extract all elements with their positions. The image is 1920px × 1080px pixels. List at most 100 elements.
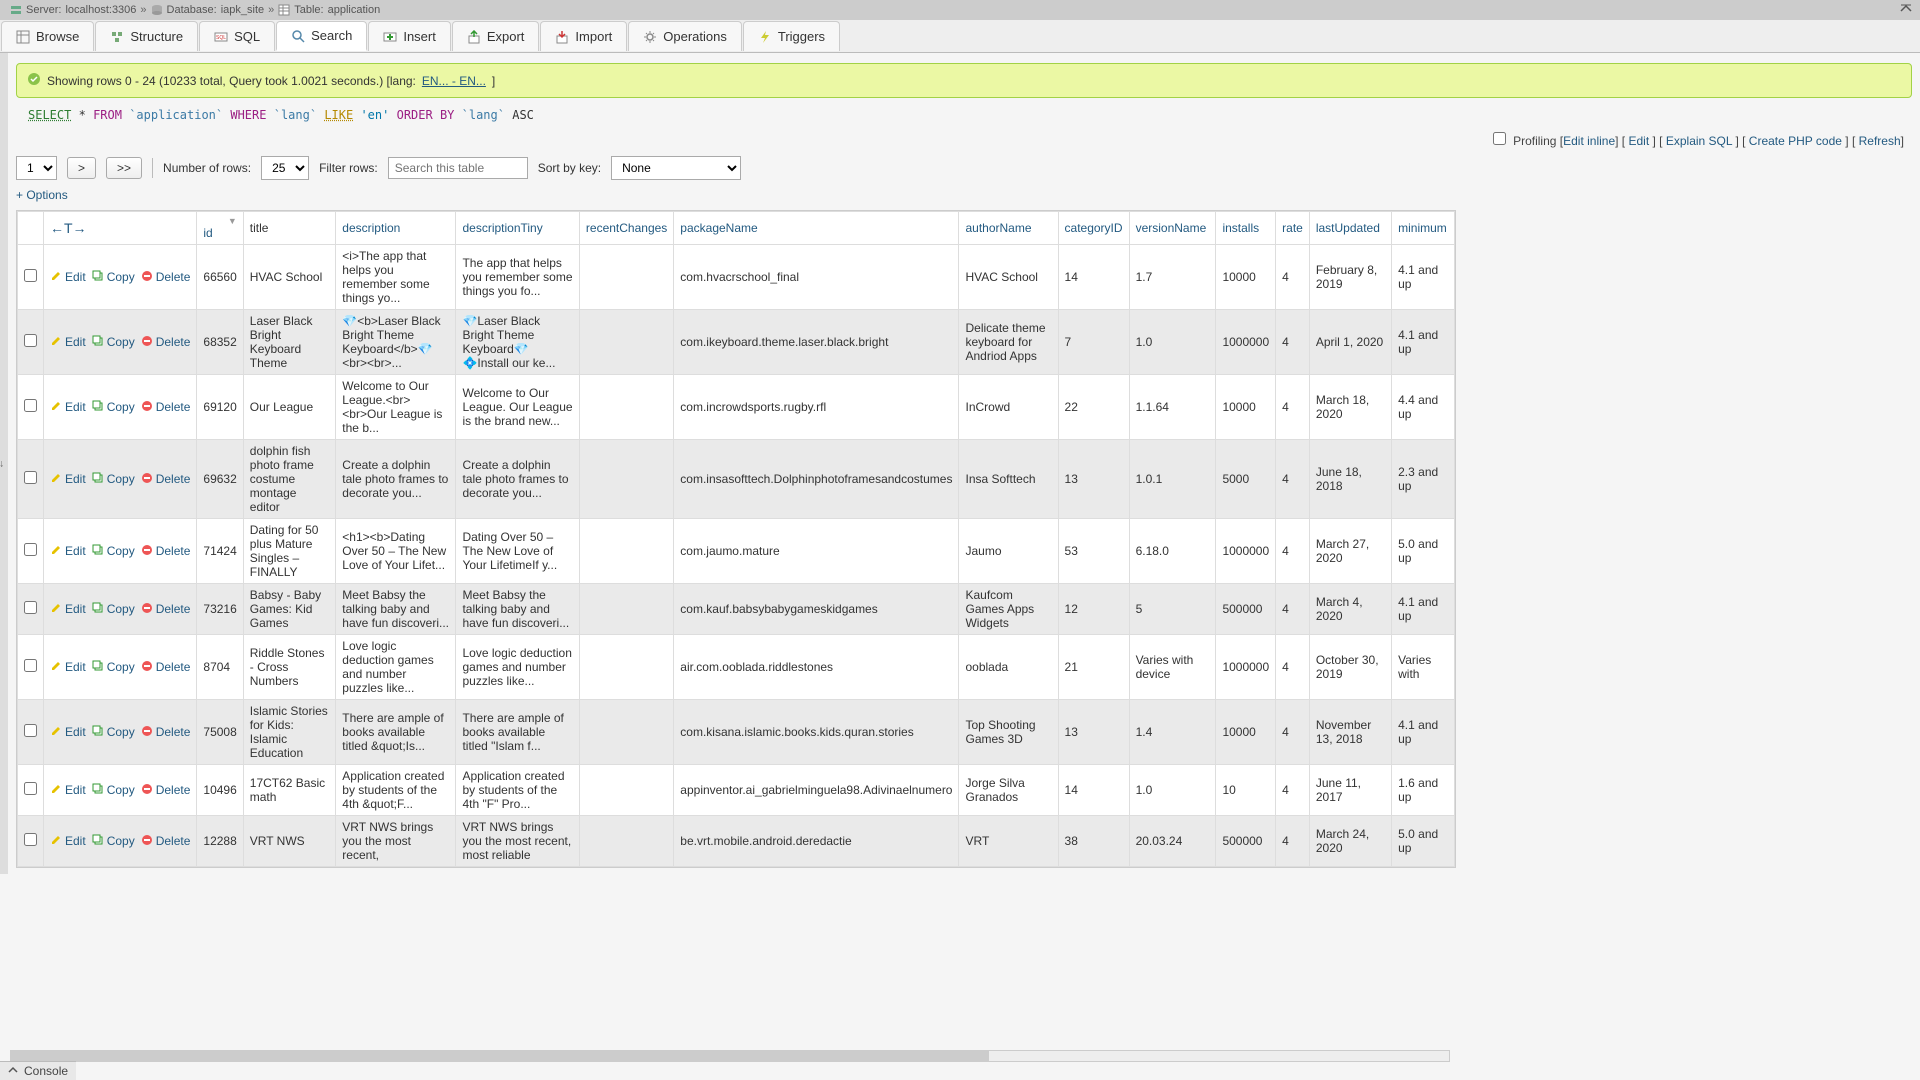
refresh-link[interactable]: Refresh — [1859, 134, 1901, 148]
cell-authorName[interactable]: HVAC School — [959, 245, 1058, 310]
console-toggle[interactable]: Console — [0, 1061, 76, 1080]
cell-packageName[interactable]: com.hvacrschool_final — [674, 245, 959, 310]
cell-descriptionTiny[interactable]: There are ample of books available title… — [456, 700, 579, 765]
cell-versionName[interactable]: 20.03.24 — [1129, 816, 1216, 867]
delete-row-link[interactable]: Delete — [141, 834, 191, 849]
cell-id[interactable]: 75008 — [197, 700, 243, 765]
cell-installs[interactable]: 1000000 — [1216, 635, 1276, 700]
col-header-installs[interactable]: installs — [1216, 212, 1276, 245]
cell-lastUpdated[interactable]: November 13, 2018 — [1309, 700, 1391, 765]
explain-sql-link[interactable]: Explain SQL — [1666, 134, 1732, 148]
cell-minimum[interactable]: 5.0 and up — [1392, 519, 1455, 584]
cell-packageName[interactable]: com.kisana.islamic.books.kids.quran.stor… — [674, 700, 959, 765]
cell-minimum[interactable]: 4.1 and up — [1392, 310, 1455, 375]
cell-installs[interactable]: 500000 — [1216, 584, 1276, 635]
sortkey-select[interactable]: None — [611, 156, 741, 180]
col-header-descriptionTiny[interactable]: descriptionTiny — [456, 212, 579, 245]
breadcrumb-server[interactable]: Server: localhost:3306 — [26, 4, 136, 16]
cell-title[interactable]: 17CT62 Basic math — [243, 765, 336, 816]
cell-description[interactable]: Welcome to Our League.<br><br>Our League… — [336, 375, 456, 440]
cell-description[interactable]: Love logic deduction games and number pu… — [336, 635, 456, 700]
sql-like[interactable]: LIKE — [324, 108, 353, 122]
cell-versionName[interactable]: 1.7 — [1129, 245, 1216, 310]
delete-row-link[interactable]: Delete — [141, 725, 191, 740]
cell-title[interactable]: Babsy - Baby Games: Kid Games — [243, 584, 336, 635]
cell-versionName[interactable]: 1.1.64 — [1129, 375, 1216, 440]
cell-versionName[interactable]: 5 — [1129, 584, 1216, 635]
cell-description[interactable]: <i>The app that helps you remember some … — [336, 245, 456, 310]
sql-select[interactable]: SELECT — [28, 108, 71, 122]
cell-categoryID[interactable]: 22 — [1058, 375, 1129, 440]
col-header-categoryID[interactable]: categoryID — [1058, 212, 1129, 245]
tab-structure[interactable]: Structure — [95, 21, 198, 51]
cell-descriptionTiny[interactable]: VRT NWS brings you the most recent, most… — [456, 816, 579, 867]
edit-row-link[interactable]: Edit — [50, 602, 86, 617]
cell-categoryID[interactable]: 53 — [1058, 519, 1129, 584]
col-header-recentChanges[interactable]: recentChanges — [579, 212, 673, 245]
cell-rate[interactable]: 4 — [1276, 245, 1310, 310]
tab-operations[interactable]: Operations — [628, 21, 742, 51]
cell-versionName[interactable]: 1.0 — [1129, 310, 1216, 375]
col-header-packageName[interactable]: packageName — [674, 212, 959, 245]
cell-recentChanges[interactable] — [579, 519, 673, 584]
cell-minimum[interactable]: 4.1 and up — [1392, 584, 1455, 635]
delete-row-link[interactable]: Delete — [141, 472, 191, 487]
cell-description[interactable]: Create a dolphin tale photo frames to de… — [336, 440, 456, 519]
cell-packageName[interactable]: com.ikeyboard.theme.laser.black.bright — [674, 310, 959, 375]
delete-row-link[interactable]: Delete — [141, 660, 191, 675]
cell-recentChanges[interactable] — [579, 245, 673, 310]
cell-categoryID[interactable]: 14 — [1058, 765, 1129, 816]
row-checkbox[interactable] — [24, 334, 37, 347]
cell-categoryID[interactable]: 13 — [1058, 700, 1129, 765]
cell-recentChanges[interactable] — [579, 635, 673, 700]
cell-authorName[interactable]: Kaufcom Games Apps Widgets — [959, 584, 1058, 635]
cell-installs[interactable]: 10000 — [1216, 375, 1276, 440]
row-checkbox[interactable] — [24, 471, 37, 484]
col-header-rate[interactable]: rate — [1276, 212, 1310, 245]
cell-versionName[interactable]: Varies with device — [1129, 635, 1216, 700]
cell-rate[interactable]: 4 — [1276, 584, 1310, 635]
cell-installs[interactable]: 500000 — [1216, 816, 1276, 867]
cell-packageName[interactable]: com.insasofttech.Dolphinphotoframesandco… — [674, 440, 959, 519]
cell-installs[interactable]: 1000000 — [1216, 519, 1276, 584]
numrows-select[interactable]: 25 — [261, 156, 309, 180]
copy-row-link[interactable]: Copy — [92, 544, 135, 559]
row-checkbox[interactable] — [24, 782, 37, 795]
cell-authorName[interactable]: Delicate theme keyboard for Andriod Apps — [959, 310, 1058, 375]
tab-search[interactable]: Search — [276, 21, 367, 51]
edit-row-link[interactable]: Edit — [50, 660, 86, 675]
cell-packageName[interactable]: com.kauf.babsybabygameskidgames — [674, 584, 959, 635]
collapse-top-icon[interactable] — [1900, 3, 1912, 18]
cell-descriptionTiny[interactable]: Dating Over 50 – The New Love of Your Li… — [456, 519, 579, 584]
options-link[interactable]: + Options — [16, 188, 68, 202]
cell-categoryID[interactable]: 13 — [1058, 440, 1129, 519]
cell-recentChanges[interactable] — [579, 700, 673, 765]
cell-description[interactable]: 💎<b>Laser Black Bright Theme Keyboard</b… — [336, 310, 456, 375]
cell-installs[interactable]: 10 — [1216, 765, 1276, 816]
cell-rate[interactable]: 4 — [1276, 519, 1310, 584]
row-checkbox[interactable] — [24, 601, 37, 614]
pager-last-button[interactable]: >> — [106, 157, 142, 179]
tab-export[interactable]: Export — [452, 21, 540, 51]
cell-title[interactable]: Islamic Stories for Kids: Islamic Educat… — [243, 700, 336, 765]
cell-categoryID[interactable]: 14 — [1058, 245, 1129, 310]
results-scroll[interactable]: ←T→ ▼idtitledescriptiondescriptionTinyre… — [16, 210, 1456, 868]
cell-rate[interactable]: 4 — [1276, 440, 1310, 519]
tab-insert[interactable]: Insert — [368, 21, 451, 51]
edit-inline-link[interactable]: Edit inline — [1563, 134, 1615, 148]
row-checkbox[interactable] — [24, 724, 37, 737]
cell-descriptionTiny[interactable]: Application created by students of the 4… — [456, 765, 579, 816]
tab-sql[interactable]: SQLSQL — [199, 21, 275, 51]
cell-rate[interactable]: 4 — [1276, 700, 1310, 765]
edit-row-link[interactable]: Edit — [50, 270, 86, 285]
cell-id[interactable]: 8704 — [197, 635, 243, 700]
cell-descriptionTiny[interactable]: Welcome to Our League. Our League is the… — [456, 375, 579, 440]
cell-installs[interactable]: 10000 — [1216, 700, 1276, 765]
cell-rate[interactable]: 4 — [1276, 635, 1310, 700]
col-header-id[interactable]: ▼id — [197, 212, 243, 245]
edit-row-link[interactable]: Edit — [50, 400, 86, 415]
cell-minimum[interactable]: 4.1 and up — [1392, 700, 1455, 765]
edit-row-link[interactable]: Edit — [50, 335, 86, 350]
breadcrumb-table[interactable]: Table: application — [294, 4, 380, 16]
create-php-link[interactable]: Create PHP code — [1749, 134, 1842, 148]
